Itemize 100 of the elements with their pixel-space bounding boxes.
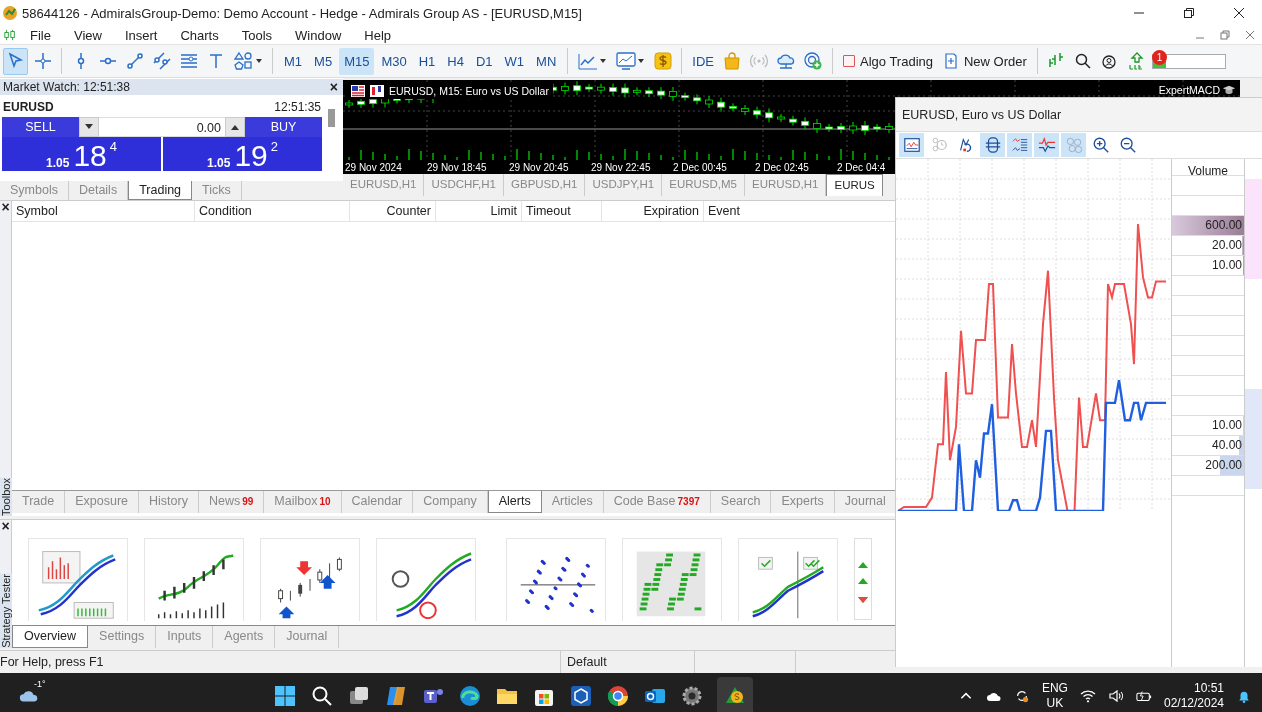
increase-button[interactable] — [225, 117, 245, 137]
chrome-icon[interactable] — [605, 683, 630, 708]
column-header[interactable]: Expiration — [602, 201, 704, 221]
caret-down-icon — [85, 124, 93, 130]
speaker-icon[interactable] — [1107, 688, 1124, 703]
table-tool-icon[interactable] — [1007, 133, 1032, 157]
volume-cell-text: 10.00 — [1211, 258, 1243, 272]
document-plus-icon — [943, 53, 959, 69]
time-axis-label: 29 Nov 22:45 — [591, 162, 652, 173]
timeframe-button[interactable]: MN — [531, 47, 562, 75]
timeframe-button[interactable]: M1 — [279, 47, 308, 75]
volume-cell-text: 20.00 — [1211, 238, 1243, 252]
menu-item[interactable]: Window — [283, 27, 352, 43]
strategy-thumbnail[interactable] — [144, 538, 244, 621]
ide-button[interactable]: IDE — [688, 47, 718, 75]
strategy-thumbnail[interactable] — [738, 538, 838, 621]
timeframe-button[interactable]: M5 — [309, 47, 338, 75]
column-header[interactable]: Counter — [350, 201, 436, 221]
toolbox-tab[interactable]: Alerts — [487, 491, 542, 513]
strategy-thumbnail[interactable] — [622, 538, 722, 621]
price-big-digits: 18 — [73, 141, 107, 171]
price-prefix: 1.05 — [46, 156, 70, 170]
clock-time[interactable]: 10:51 — [1194, 680, 1224, 696]
strategy-tester-label[interactable]: Strategy Tester — [0, 574, 12, 648]
app-logo-icon — [2, 5, 18, 21]
temperature[interactable]: -1° — [34, 678, 46, 689]
scroll-buttons[interactable] — [854, 538, 872, 620]
wifi-icon[interactable] — [1079, 688, 1096, 703]
panel-title: Market Watch: 12:51:38 — [3, 80, 130, 94]
graduation-cap-icon — [1222, 84, 1236, 96]
time-axis-label: 2 Dec 00:45 — [673, 162, 728, 173]
caret-up-icon — [231, 124, 239, 130]
window-title: EURUSD, Euro vs US Dollar — [902, 107, 1062, 122]
close-button[interactable]: × — [1, 520, 10, 532]
time-axis-label: 2 Dec 02:45 — [755, 162, 810, 173]
symbol-name: EURUSD — [3, 100, 54, 114]
toolbox-tab[interactable]: News 99 — [198, 491, 265, 513]
close-button[interactable]: × — [1, 201, 10, 213]
column-header[interactable]: Condition — [195, 201, 350, 221]
square-icon — [843, 55, 855, 67]
time-axis-label: 2 Dec 04:4 — [837, 162, 887, 173]
volume-cell-text: 200.00 — [1205, 458, 1243, 472]
panel-tab[interactable]: Trading — [128, 181, 193, 200]
timeframe-button[interactable]: W1 — [499, 47, 530, 75]
center-tool-icon[interactable] — [980, 133, 1005, 157]
buy-button[interactable]: BUY — [245, 117, 322, 137]
strategy-thumbnail[interactable] — [28, 538, 128, 621]
column-header[interactable]: Symbol — [12, 201, 195, 221]
pointer-icon[interactable] — [3, 47, 28, 75]
menu-item[interactable]: Charts — [168, 27, 229, 43]
menu-item[interactable]: Insert — [112, 27, 168, 43]
keyboard-region[interactable]: UK — [1046, 695, 1064, 711]
menu-item[interactable]: View — [61, 27, 112, 43]
price-big-digits: 19 — [234, 141, 268, 171]
timeframe-button[interactable]: D1 — [470, 47, 498, 75]
quote-time: 12:51:35 — [274, 100, 321, 114]
window-title: 58644126 - AdmiralsGroup-Demo: Demo Account - Hedge - Admirals Group AS - [EURUSD,M15] — [22, 5, 582, 21]
chart-type-icon — [370, 85, 384, 97]
tester-tab[interactable]: Overview — [12, 626, 89, 648]
strategy-thumbnail[interactable] — [506, 538, 606, 621]
volume-cell-text: 10.00 — [1211, 418, 1243, 432]
ticks-tool-icon[interactable] — [1034, 133, 1059, 157]
new-order-button[interactable]: New Order — [939, 47, 1031, 75]
price-pip: 2 — [270, 139, 278, 154]
decrease-button[interactable] — [79, 117, 99, 137]
algo-trading-button[interactable]: Algo Trading — [839, 47, 937, 75]
candlestick-icon — [3, 29, 17, 41]
timeframe-button[interactable]: H4 — [442, 47, 469, 75]
chart-tab[interactable]: EURUS — [826, 174, 883, 196]
cube-app-icon[interactable] — [568, 683, 593, 708]
timeframe-button[interactable]: H1 — [413, 47, 441, 75]
language-code[interactable]: ENG — [1041, 680, 1068, 696]
timeframe-button[interactable]: M15 — [339, 47, 375, 75]
toolbox-tab[interactable]: Mailbox 10 — [264, 491, 342, 513]
menu-item[interactable]: File — [18, 27, 61, 43]
toolbox-label[interactable]: Toolbox — [0, 478, 12, 516]
column-header[interactable]: Limit — [436, 201, 522, 221]
menu-item[interactable]: Help — [352, 27, 402, 43]
column-header[interactable]: Timeout — [522, 201, 602, 221]
volume-cell-text: 40.00 — [1211, 438, 1243, 452]
clock-date[interactable]: 02/12/2024 — [1163, 695, 1224, 711]
expert-name: ExpertMACD — [1158, 84, 1220, 96]
start-icon[interactable] — [272, 683, 297, 708]
column-header: Volume — [1187, 163, 1229, 175]
strategy-thumbnail[interactable] — [376, 538, 476, 621]
edge-icon[interactable] — [457, 683, 482, 708]
price-prefix: 1.05 — [207, 156, 231, 170]
trading-app-icon[interactable] — [716, 676, 753, 712]
flag-icon — [351, 85, 365, 97]
menu-item[interactable]: Tools — [229, 27, 283, 43]
chart-title: EURUSD, M15: Euro vs US Dollar — [389, 85, 549, 97]
volume-cell-text: 600.00 — [1205, 218, 1243, 232]
time-axis-label: 29 Nov 18:45 — [427, 162, 488, 173]
toolbox-tab[interactable]: Code Base 7397 — [603, 491, 711, 513]
timeframe-button[interactable]: M30 — [376, 47, 412, 75]
strategy-thumbnail[interactable] — [260, 538, 360, 621]
sell-button[interactable]: SELL — [2, 117, 79, 137]
chart-tool-icon[interactable] — [899, 133, 924, 157]
close-button[interactable]: × — [329, 81, 338, 93]
price-pip: 4 — [109, 139, 117, 154]
